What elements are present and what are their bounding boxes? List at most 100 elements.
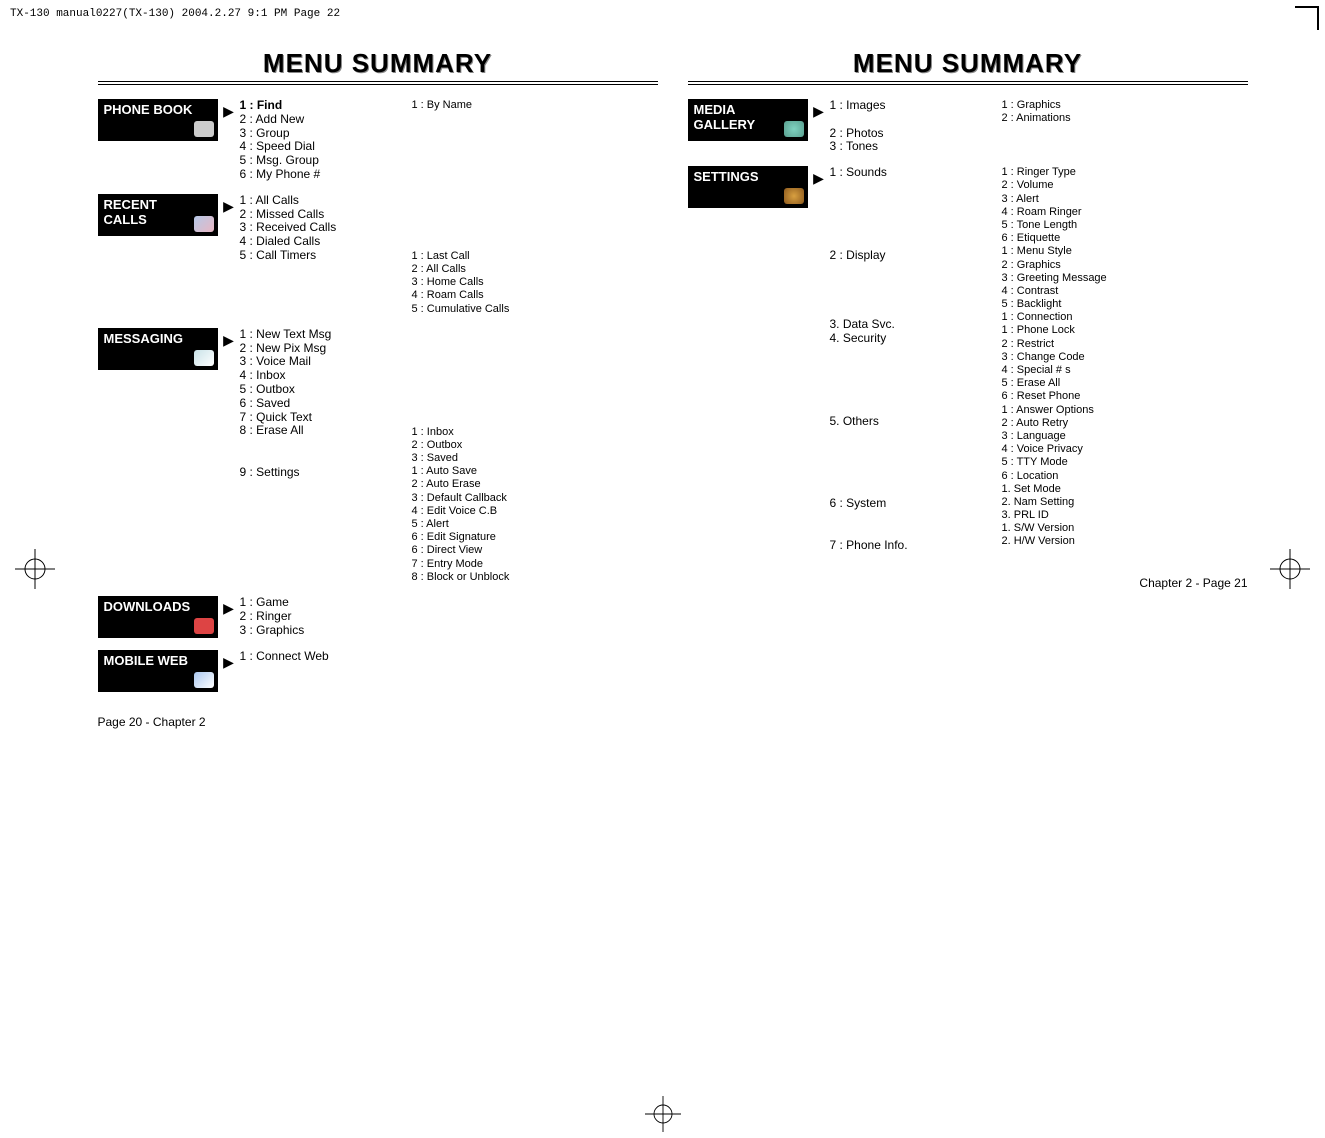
triangle-right-icon: ▶ <box>218 596 240 616</box>
triangle-right-icon: ▶ <box>218 650 240 670</box>
sub-item: 4 : Contrast <box>1002 285 1248 298</box>
box-mobileweb: MOBILE WEB <box>98 650 218 692</box>
list-mobileweb: 1 : Connect Web <box>240 650 390 664</box>
triangle-right-icon: ▶ <box>808 166 830 186</box>
list-item: 1 : Sounds <box>830 166 980 180</box>
triangle-right-icon: ▶ <box>218 194 240 214</box>
crop-mark <box>1295 6 1319 30</box>
sub-item: 1 : By Name <box>412 99 658 112</box>
list-item <box>830 208 980 222</box>
list-item <box>830 221 980 235</box>
section-messaging: MESSAGING ▶ 1 : New Text Msg 2 : New Pix… <box>98 328 658 584</box>
box-label: MESSAGING <box>104 331 183 346</box>
list-item <box>830 387 980 401</box>
list-item: 8 : Erase All <box>240 424 390 438</box>
sub-item: 3 : Change Code <box>1002 351 1248 364</box>
triangle-right-icon: ▶ <box>218 99 240 119</box>
list-item <box>830 235 980 249</box>
list-item: 5 : Outbox <box>240 383 390 397</box>
sub-item: 3 : Alert <box>1002 193 1248 206</box>
box-label: DOWNLOADS <box>104 599 191 614</box>
page-title: MENU SUMMARY <box>688 48 1248 85</box>
list-item: 3 : Voice Mail <box>240 355 390 369</box>
list-item: 3 : Tones <box>830 140 980 154</box>
list-item: 3. Data Svc. <box>830 318 980 332</box>
sub-item: 1 : Answer Options <box>1002 404 1248 417</box>
sub-item: 1 : Graphics <box>1002 99 1248 112</box>
list-item: 1 : All Calls <box>240 194 390 208</box>
sub-item: 2 : Animations <box>1002 112 1248 125</box>
list-item: 7 : Quick Text <box>240 411 390 425</box>
box-settings: SETTINGS <box>688 166 808 208</box>
sub-item: 2 : Outbox <box>412 439 658 452</box>
sub-item: 1 : Menu Style <box>1002 245 1248 258</box>
list-item <box>830 346 980 360</box>
list-settings-sub: 1 : Ringer Type2 : Volume3 : Alert4 : Ro… <box>1002 166 1248 552</box>
sub-item: 6 : Etiquette <box>1002 232 1248 245</box>
page-footer-right: Chapter 2 - Page 21 <box>688 577 1248 591</box>
sub-item: 3 : Default Callback <box>412 492 658 505</box>
list-item <box>830 470 980 484</box>
sub-item: 4 : Edit Voice C.B <box>412 505 658 518</box>
sub-item: 5 : Alert <box>412 518 658 531</box>
box-label: PHONE BOOK <box>104 102 193 117</box>
sub-item: 2 : Volume <box>1002 179 1248 192</box>
sub-item: 1 : Inbox <box>412 426 658 439</box>
list-item: 7 : Phone Info. <box>830 539 980 553</box>
sub-item: 5 : Erase All <box>1002 377 1248 390</box>
page-footer-left: Page 20 - Chapter 2 <box>98 716 658 730</box>
section-mobileweb: MOBILE WEB ▶ 1 : Connect Web <box>98 650 658 692</box>
box-recent: RECENT CALLS <box>98 194 218 236</box>
sub-item: 1 : Connection <box>1002 311 1248 324</box>
sub-item: 2. H/W Version <box>1002 535 1248 548</box>
section-media: MEDIA GALLERY ▶ 1 : Images 2 : Photos 3 … <box>688 99 1248 154</box>
list-item <box>830 194 980 208</box>
sub-item: 1. S/W Version <box>1002 522 1248 535</box>
sub-item: 3 : Saved <box>412 452 658 465</box>
list-item: 5 : Call Timers <box>240 249 390 263</box>
list-item <box>830 401 980 415</box>
list-item: 6 : System <box>830 497 980 511</box>
media-gallery-icon <box>784 121 804 137</box>
sub-item: 6 : Reset Phone <box>1002 390 1248 403</box>
list-item: 2 : Ringer <box>240 610 390 624</box>
sub-item: 5 : Tone Length <box>1002 219 1248 232</box>
sub-item: 2 : All Calls <box>412 263 658 276</box>
box-label: MEDIA GALLERY <box>694 102 756 132</box>
list-item <box>830 290 980 304</box>
section-phonebook: PHONE BOOK ▶ 1 : Find 2 : Add New 3 : Gr… <box>98 99 658 182</box>
list-item: 6 : My Phone # <box>240 168 390 182</box>
list-item <box>830 442 980 456</box>
sub-item: 5 : Backlight <box>1002 298 1248 311</box>
list-media: 1 : Images 2 : Photos 3 : Tones <box>830 99 980 154</box>
sub-item: 6 : Direct View <box>412 544 658 557</box>
sub-item: 7 : Entry Mode <box>412 558 658 571</box>
list-item <box>830 263 980 277</box>
sub-item: 3. PRL ID <box>1002 509 1248 522</box>
sub-item: 1. Set Mode <box>1002 483 1248 496</box>
sub-item: 2 : Auto Retry <box>1002 417 1248 430</box>
section-downloads: DOWNLOADS ▶ 1 : Game 2 : Ringer 3 : Grap… <box>98 596 658 638</box>
list-item <box>830 180 980 194</box>
file-header: TX-130 manual0227(TX-130) 2004.2.27 9:1 … <box>0 0 1325 28</box>
page-title: MENU SUMMARY <box>98 48 658 85</box>
sub-item: 2. Nam Setting <box>1002 496 1248 509</box>
list-item <box>830 113 980 127</box>
list-item: 6 : Saved <box>240 397 390 411</box>
list-item: 4 : Speed Dial <box>240 140 390 154</box>
list-messaging: 1 : New Text Msg 2 : New Pix Msg 3 : Voi… <box>240 328 390 584</box>
list-item: 3 : Graphics <box>240 624 390 638</box>
section-recent: RECENT CALLS ▶ 1 : All Calls 2 : Missed … <box>98 194 658 316</box>
list-item: 3 : Received Calls <box>240 221 390 235</box>
list-item: 2 : Display <box>830 249 980 263</box>
list-item: 1 : Images <box>830 99 980 113</box>
list-item <box>830 511 980 525</box>
sub-item: 8 : Block or Unblock <box>412 571 658 584</box>
list-item: 4. Security <box>830 332 980 346</box>
list-item: 1 : Find <box>240 99 390 113</box>
recent-calls-icon <box>194 216 214 232</box>
box-phonebook: PHONE BOOK <box>98 99 218 141</box>
sub-item: 3 : Greeting Message <box>1002 272 1248 285</box>
list-item <box>830 277 980 291</box>
list-item: 9 : Settings <box>240 466 390 480</box>
